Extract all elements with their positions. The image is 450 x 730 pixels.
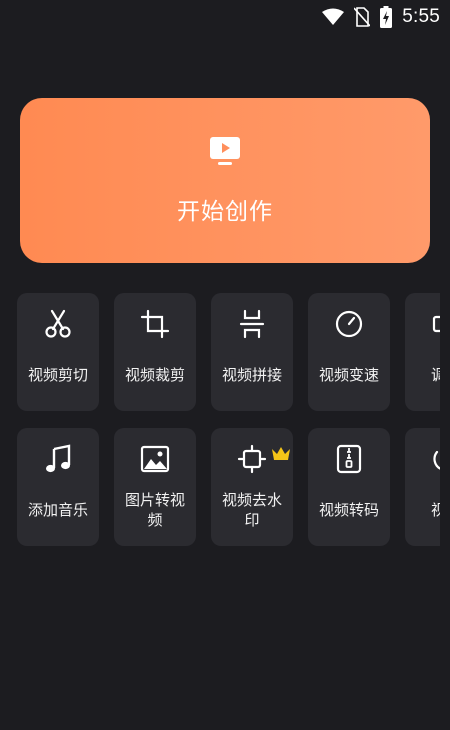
adjust-icon [431, 309, 440, 339]
tool-adjust[interactable]: 调整 [405, 293, 440, 411]
tool-label: 视频剪切 [27, 366, 88, 384]
speed-dial-icon [334, 309, 364, 339]
join-icon [237, 309, 267, 339]
tool-label: 视频 [430, 501, 440, 519]
tool-grid: 视频剪切 视频裁剪 视频拼接 视频变速 调 添加音乐 图片转视频 视频去水印 视… [0, 0, 440, 730]
crown-icon [271, 446, 291, 466]
crop-icon [140, 309, 170, 339]
tool-video-join[interactable]: 视频拼接 [211, 293, 293, 411]
tool-row-1: 视频剪切 视频裁剪 视频拼接 视频变速 调 [0, 293, 440, 411]
scissors-icon [43, 309, 73, 339]
tool-video-cut[interactable]: 视频剪切 [17, 293, 99, 411]
tool-remove-watermark[interactable]: 视频去水印 [211, 428, 293, 546]
zip-file-icon [334, 444, 364, 474]
tool-label: 视频转码 [318, 501, 379, 519]
tool-label: 图片转视频 [124, 491, 185, 529]
rotate-icon [431, 444, 440, 474]
tool-video-transcode[interactable]: 视频转码 [308, 428, 390, 546]
tool-label: 视频变速 [318, 366, 379, 384]
tool-label: 视频去水印 [221, 491, 282, 529]
music-note-icon [43, 444, 73, 474]
tool-add-music[interactable]: 添加音乐 [17, 428, 99, 546]
tool-video-crop[interactable]: 视频裁剪 [114, 293, 196, 411]
tool-label: 视频裁剪 [124, 366, 185, 384]
tool-image-to-video[interactable]: 图片转视频 [114, 428, 196, 546]
tool-video-rotate[interactable]: 视频 [405, 428, 440, 546]
tool-label: 调整 [430, 366, 440, 384]
watermark-remove-icon [237, 444, 267, 474]
tool-row-2: 添加音乐 图片转视频 视频去水印 视频转码 视 [0, 428, 440, 546]
tool-video-speed[interactable]: 视频变速 [308, 293, 390, 411]
app-screen: 5:55 开始创作 视频剪切 视频裁剪 视频拼接 视频变速 调 添加音乐 图片转… [0, 0, 450, 730]
image-icon [140, 444, 170, 474]
tool-label: 视频拼接 [221, 366, 282, 384]
tool-label: 添加音乐 [27, 501, 88, 519]
